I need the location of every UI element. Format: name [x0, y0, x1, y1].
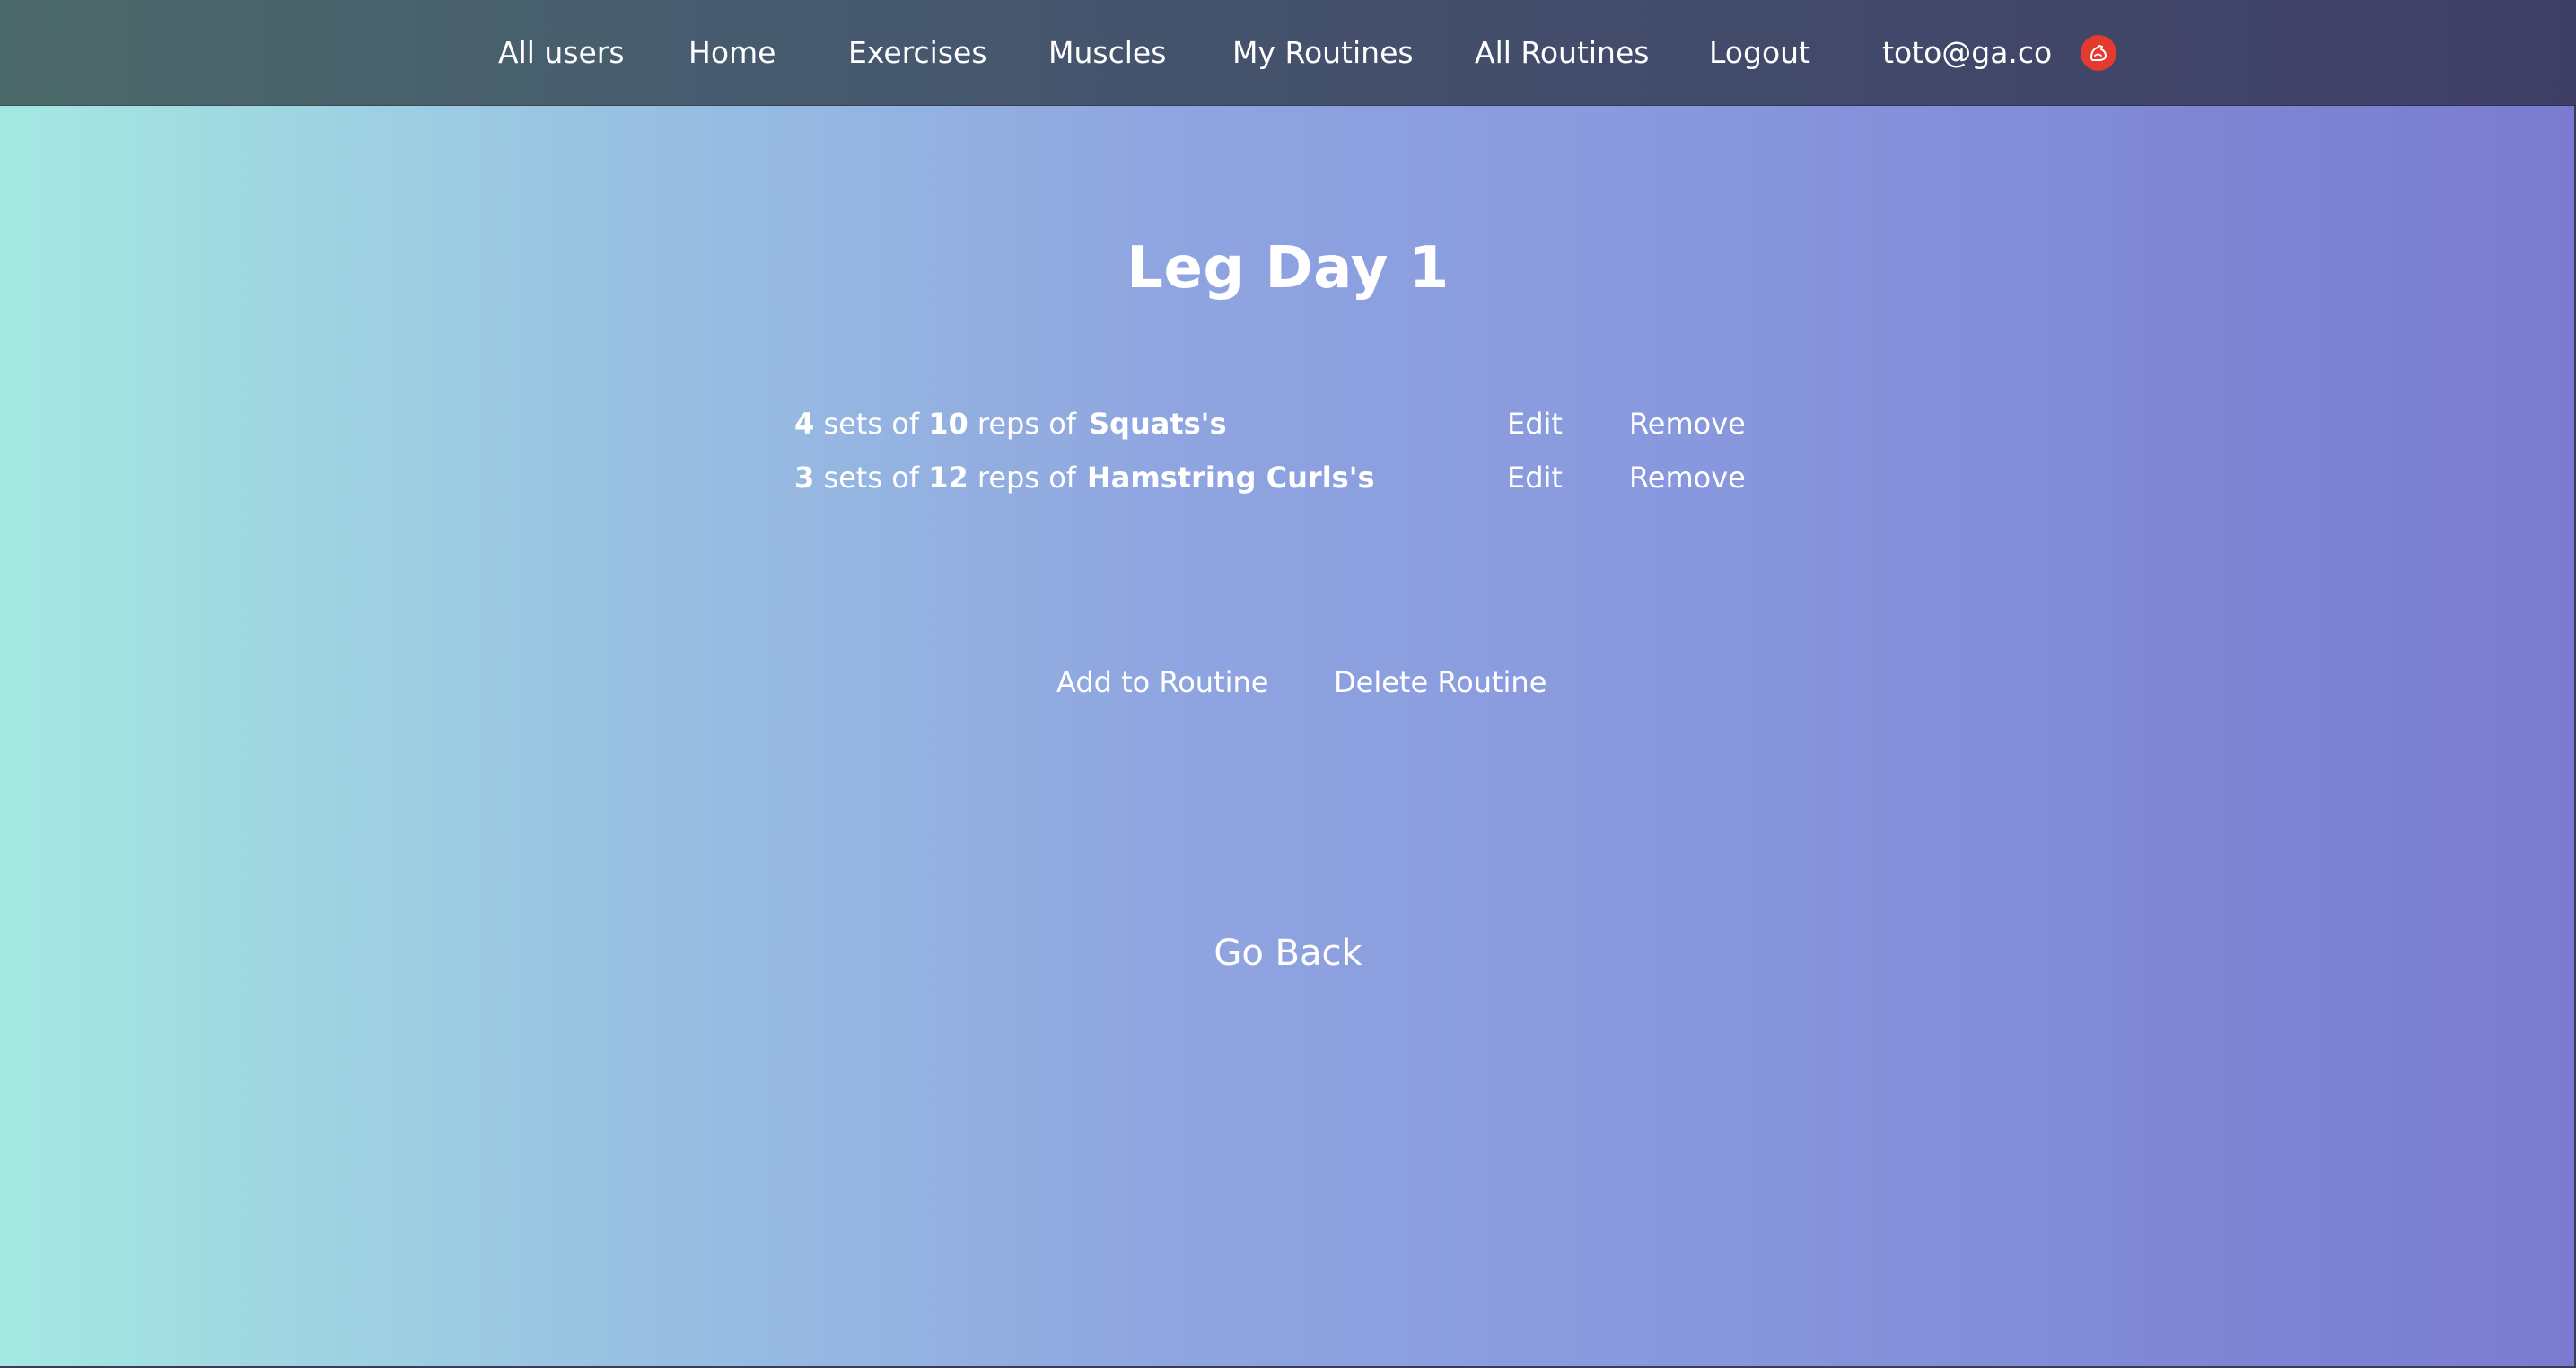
nav-all-routines[interactable]: All Routines: [1475, 0, 1649, 106]
remove-button[interactable]: Remove: [1629, 397, 1746, 451]
reps-label: reps of: [968, 407, 1077, 441]
reps-label: reps of: [968, 460, 1077, 495]
sets-reps-text: 4 sets of 10 reps of: [794, 397, 1076, 451]
nav-my-routines[interactable]: My Routines: [1232, 0, 1414, 106]
edit-button[interactable]: Edit: [1507, 451, 1563, 504]
delete-routine-button[interactable]: Delete Routine: [1334, 655, 1546, 709]
nav-logout[interactable]: Logout: [1709, 0, 1810, 106]
nav-home[interactable]: Home: [688, 0, 775, 106]
nav-all-users[interactable]: All users: [498, 0, 625, 106]
nav-user-email[interactable]: toto@ga.co: [1882, 0, 2052, 106]
nav-muscles[interactable]: Muscles: [1048, 0, 1166, 106]
routine-exercise-row: 4 sets of 10 reps of Squats's Edit Remov…: [0, 397, 2576, 451]
sets-count: 4: [794, 407, 815, 441]
remove-button[interactable]: Remove: [1629, 451, 1746, 504]
reps-count: 12: [928, 460, 968, 495]
edit-button[interactable]: Edit: [1507, 397, 1563, 451]
sets-reps-text: 3 sets of 12 reps of: [794, 451, 1076, 504]
avatar[interactable]: [2081, 35, 2116, 71]
reps-count: 10: [928, 407, 968, 441]
sets-count: 3: [794, 460, 815, 495]
sets-label: sets of: [814, 407, 929, 441]
page-frame: [0, 0, 2576, 1368]
add-to-routine-button[interactable]: Add to Routine: [1056, 655, 1268, 709]
sets-label: sets of: [814, 460, 929, 495]
exercise-name: Hamstring Curls's: [1087, 460, 1375, 495]
page-title: Leg Day 1: [1126, 235, 1450, 302]
go-back-button[interactable]: Go Back: [0, 926, 2576, 980]
muscle-icon: [2090, 45, 2107, 61]
nav-exercises[interactable]: Exercises: [848, 0, 987, 106]
routine-exercise-row: 3 sets of 12 reps of Hamstring Curls's E…: [0, 451, 2576, 504]
top-navbar: All users Home Exercises Muscles My Rout…: [0, 0, 2576, 106]
exercise-name: Squats's: [1089, 407, 1227, 441]
